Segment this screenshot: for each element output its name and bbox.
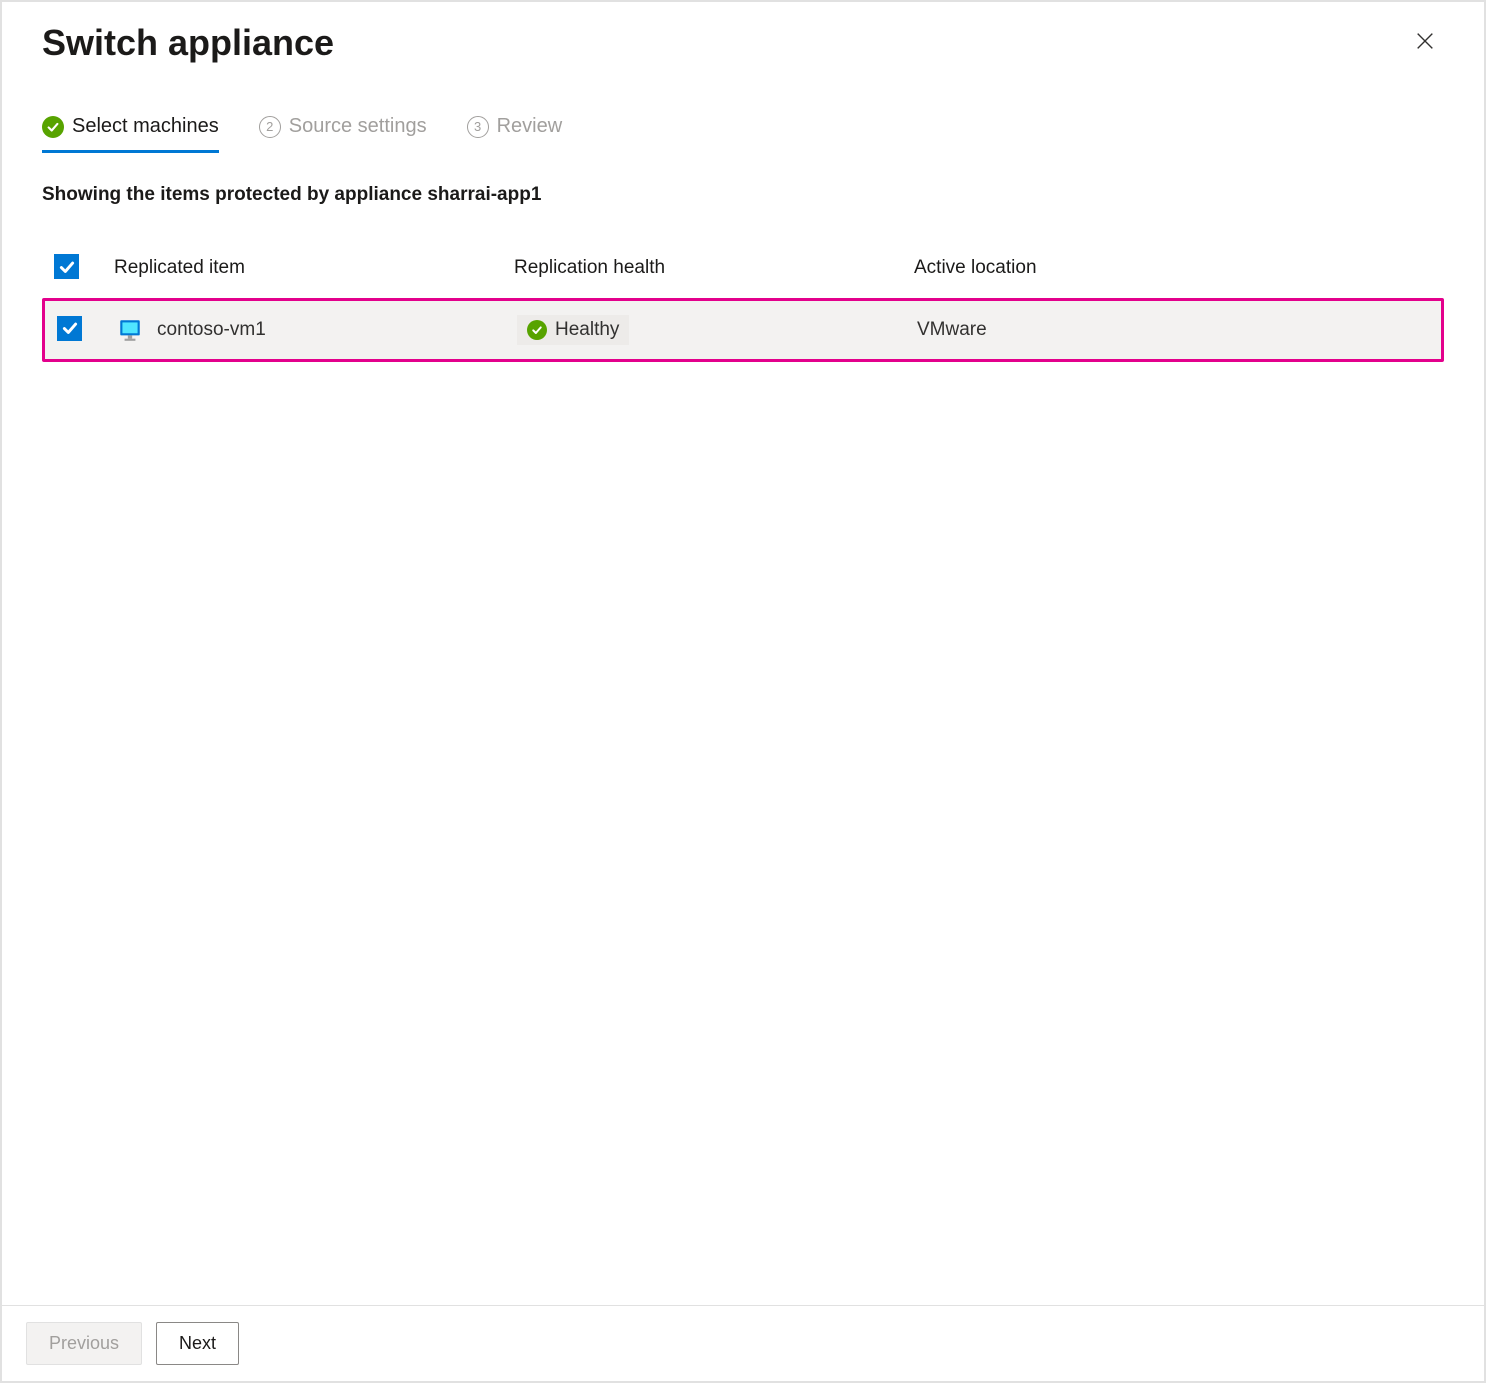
highlighted-row: contoso-vm1 Healthy VMware	[42, 298, 1444, 362]
subtitle-text: Showing the items protected by appliance…	[42, 184, 1444, 206]
column-header-health: Replication health	[514, 257, 914, 279]
health-badge: Healthy	[517, 315, 629, 345]
tab-source-settings[interactable]: 2 Source settings	[259, 115, 427, 153]
row-checkbox-cell	[57, 316, 117, 344]
row-location-cell: VMware	[917, 319, 1429, 341]
page-title: Switch appliance	[42, 22, 334, 64]
panel-header: Switch appliance	[2, 2, 1484, 65]
row-health-text: Healthy	[555, 319, 619, 341]
row-item-name: contoso-vm1	[157, 319, 266, 341]
step-3-icon: 3	[467, 116, 489, 138]
select-all-cell	[54, 254, 114, 282]
vm-icon	[117, 317, 143, 343]
wizard-tabs: Select machines 2 Source settings 3 Revi…	[42, 115, 1444, 154]
check-circle-icon	[42, 116, 64, 138]
tab-review[interactable]: 3 Review	[467, 115, 563, 153]
tab-label: Source settings	[289, 115, 427, 138]
panel-content: Select machines 2 Source settings 3 Revi…	[2, 65, 1484, 1305]
close-icon	[1414, 31, 1436, 58]
tab-select-machines[interactable]: Select machines	[42, 115, 219, 153]
row-item-cell: contoso-vm1	[117, 317, 517, 343]
step-2-icon: 2	[259, 116, 281, 138]
close-button[interactable]	[1406, 22, 1444, 65]
healthy-icon	[527, 320, 547, 340]
row-checkbox[interactable]	[57, 316, 82, 341]
table-row[interactable]: contoso-vm1 Healthy VMware	[45, 301, 1441, 359]
column-header-location: Active location	[914, 257, 1432, 279]
next-button[interactable]: Next	[156, 1322, 239, 1365]
table-header-row: Replicated item Replication health Activ…	[42, 246, 1444, 290]
select-all-checkbox[interactable]	[54, 254, 79, 279]
row-health-cell: Healthy	[517, 315, 917, 345]
panel-footer: Previous Next	[2, 1305, 1484, 1381]
tab-label: Review	[497, 115, 563, 138]
tab-label: Select machines	[72, 115, 219, 138]
machines-table: Replicated item Replication health Activ…	[42, 246, 1444, 362]
switch-appliance-panel: Switch appliance Select machines	[0, 0, 1486, 1383]
column-header-item: Replicated item	[114, 257, 514, 279]
previous-button[interactable]: Previous	[26, 1322, 142, 1365]
